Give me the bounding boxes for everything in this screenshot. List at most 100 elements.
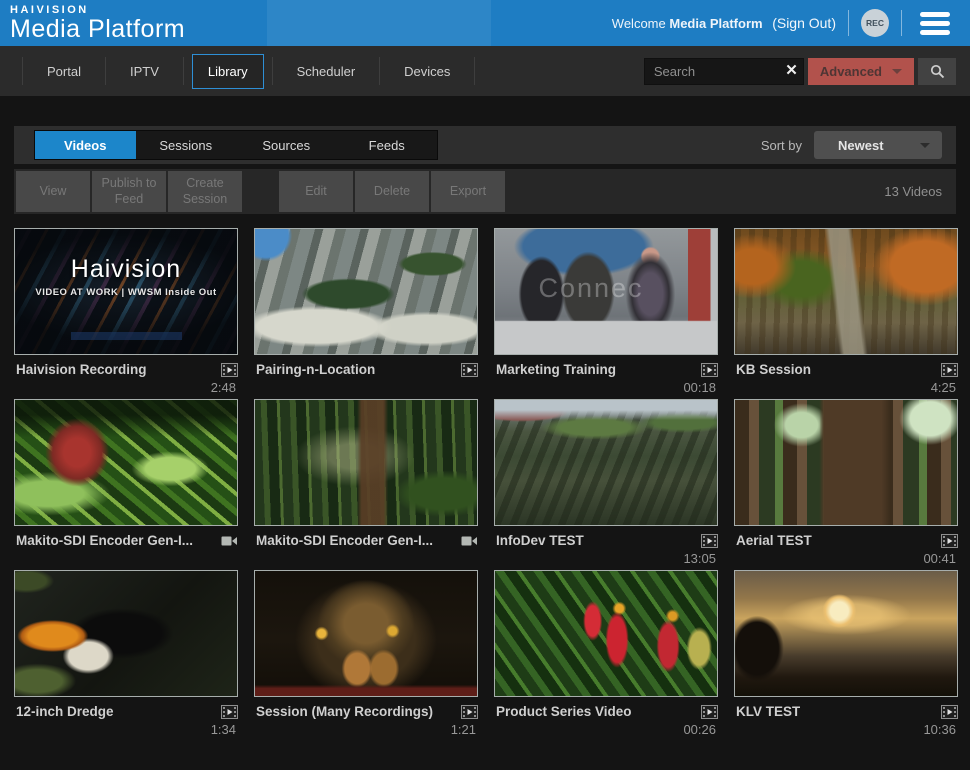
video-thumbnail[interactable]: Connec: [494, 228, 718, 355]
video-duration: 2:48: [16, 377, 238, 395]
video-file-icon: [941, 363, 958, 377]
sort-dropdown[interactable]: Newest: [814, 131, 942, 159]
video-title[interactable]: Makito-SDI Encoder Gen-I...: [16, 533, 193, 548]
search-clear-icon[interactable]: ✕: [785, 62, 798, 80]
video-file-icon: [701, 705, 718, 719]
thumbnail-overlay-subtitle: VIDEO AT WORK | WWSM Inside Out: [15, 287, 237, 298]
video-thumbnail[interactable]: [14, 399, 238, 526]
logo-product: Media Platform: [10, 17, 185, 42]
create-session-button[interactable]: Create Session: [168, 171, 242, 212]
video-file-icon: [701, 534, 718, 548]
video-card[interactable]: Session (Many Recordings): [254, 570, 480, 737]
video-card[interactable]: Makito-SDI Encoder Gen-I...: [14, 399, 240, 566]
video-card[interactable]: KB Session: [734, 228, 960, 395]
tab-feeds[interactable]: Feeds: [337, 131, 438, 159]
video-duration: 1:21: [256, 719, 478, 737]
video-title[interactable]: InfoDev TEST: [496, 533, 584, 548]
app-header: HAIVISION Media Platform Welcome Media P…: [0, 0, 970, 46]
search-submit-button[interactable]: [918, 58, 956, 85]
welcome-text: Welcome Media Platform (Sign Out): [612, 15, 836, 31]
nav-item-library[interactable]: Library: [192, 54, 264, 89]
video-title[interactable]: Marketing Training: [496, 362, 616, 377]
nav-divider: [22, 57, 23, 85]
video-card[interactable]: Makito-SDI Encoder Gen-I...: [254, 399, 480, 566]
nav-divider: [379, 57, 380, 85]
tab-sessions[interactable]: Sessions: [136, 131, 237, 159]
welcome-username: Media Platform: [669, 16, 762, 31]
video-card[interactable]: Aerial TEST: [734, 399, 960, 566]
edit-button[interactable]: Edit: [279, 171, 353, 212]
sign-out-link[interactable]: (Sign Out): [772, 15, 836, 31]
export-button[interactable]: Export: [431, 171, 505, 212]
thumbnail-watermark: Connec: [495, 273, 687, 304]
view-button[interactable]: View: [16, 171, 90, 212]
video-thumbnail[interactable]: [734, 228, 958, 355]
video-title[interactable]: KLV TEST: [736, 704, 800, 719]
chevron-down-icon: [892, 69, 902, 74]
nav-item-iptv[interactable]: IPTV: [114, 54, 175, 89]
nav-divider: [105, 57, 106, 85]
video-title[interactable]: KB Session: [736, 362, 811, 377]
nav-item-portal[interactable]: Portal: [31, 54, 97, 89]
delete-button[interactable]: Delete: [355, 171, 429, 212]
video-file-icon: [461, 705, 478, 719]
video-title[interactable]: Pairing-n-Location: [256, 362, 375, 377]
video-thumbnail[interactable]: [734, 399, 958, 526]
video-duration: 13:05: [496, 548, 718, 566]
video-thumbnail[interactable]: [14, 570, 238, 697]
video-title[interactable]: Aerial TEST: [736, 533, 812, 548]
video-file-icon: [701, 363, 718, 377]
thumbnail-overlay-title: Haivision: [15, 255, 237, 284]
video-duration: 1:34: [16, 719, 238, 737]
video-card[interactable]: InfoDev TEST: [494, 399, 720, 566]
video-title[interactable]: Product Series Video: [496, 704, 632, 719]
video-card[interactable]: Pairing-n-Location: [254, 228, 480, 395]
video-card[interactable]: Product Series Video: [494, 570, 720, 737]
video-card[interactable]: Haivision VIDEO AT WORK | WWSM Inside Ou…: [14, 228, 240, 395]
video-title[interactable]: Haivision Recording: [16, 362, 147, 377]
library-tabs: VideosSessionsSourcesFeeds: [34, 130, 438, 160]
video-toolbar: ViewPublish to FeedCreate Session EditDel…: [14, 169, 956, 214]
video-duration: [256, 548, 478, 566]
tab-videos[interactable]: Videos: [35, 131, 136, 159]
video-card[interactable]: KLV TEST: [734, 570, 960, 737]
video-grid: Haivision VIDEO AT WORK | WWSM Inside Ou…: [14, 228, 956, 737]
video-file-icon: [941, 534, 958, 548]
video-duration: [16, 548, 238, 566]
video-file-icon: [221, 363, 238, 377]
video-duration: 10:36: [736, 719, 958, 737]
thumbnail-caption-bar: [71, 332, 182, 340]
video-thumbnail[interactable]: [494, 570, 718, 697]
publish-to-feed-button[interactable]: Publish to Feed: [92, 171, 166, 212]
video-thumbnail[interactable]: [254, 399, 478, 526]
video-title[interactable]: Makito-SDI Encoder Gen-I...: [256, 533, 433, 548]
nav-item-devices[interactable]: Devices: [388, 54, 466, 89]
video-file-icon: [221, 705, 238, 719]
nav-item-scheduler[interactable]: Scheduler: [281, 54, 372, 89]
advanced-search-button[interactable]: Advanced: [808, 58, 914, 85]
magnifier-icon: [930, 64, 945, 79]
hamburger-menu-icon[interactable]: [914, 8, 956, 39]
video-thumbnail[interactable]: [734, 570, 958, 697]
header-highlight: [267, 0, 491, 46]
video-duration: [256, 377, 478, 395]
nav-items: Portal IPTV Library Scheduler Devices: [14, 46, 483, 96]
toolbar-gap: [244, 171, 277, 212]
header-divider: [901, 10, 902, 36]
video-title[interactable]: 12-inch Dredge: [16, 704, 114, 719]
video-card[interactable]: Connec Marketing Training: [494, 228, 720, 395]
video-duration: 00:41: [736, 548, 958, 566]
search-input[interactable]: [644, 58, 804, 85]
video-thumbnail[interactable]: [254, 228, 478, 355]
rec-badge[interactable]: REC: [861, 9, 889, 37]
video-thumbnail[interactable]: [254, 570, 478, 697]
video-duration: 00:26: [496, 719, 718, 737]
tab-sources[interactable]: Sources: [236, 131, 337, 159]
video-card[interactable]: 12-inch Dredge: [14, 570, 240, 737]
sort-by-label: Sort by: [761, 138, 802, 153]
video-thumbnail[interactable]: Haivision VIDEO AT WORK | WWSM Inside Ou…: [14, 228, 238, 355]
nav-divider: [272, 57, 273, 85]
video-title[interactable]: Session (Many Recordings): [256, 704, 433, 719]
video-camera-icon: [221, 535, 238, 547]
video-thumbnail[interactable]: [494, 399, 718, 526]
